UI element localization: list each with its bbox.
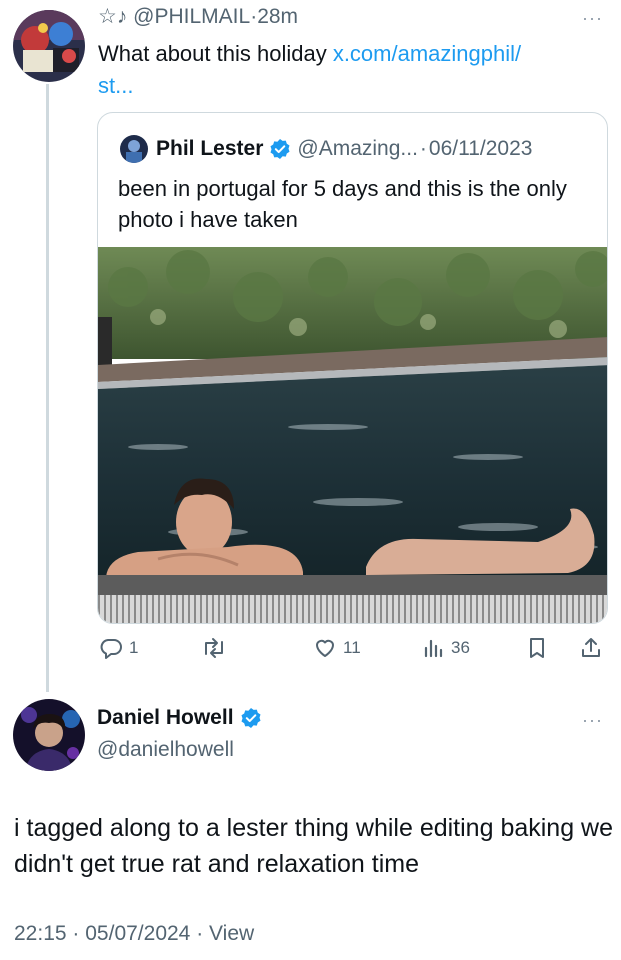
quoted-tweet-text: been in portugal for 5 days and this is … xyxy=(118,176,567,232)
separator-dot: · xyxy=(196,922,204,945)
avatar-image xyxy=(13,699,85,771)
view-link[interactable]: View xyxy=(209,922,254,945)
author-handle[interactable]: @danielhowell xyxy=(97,738,234,762)
thread-connector-line xyxy=(46,84,49,692)
views-button[interactable]: 36 xyxy=(421,636,470,660)
tweet-time[interactable]: 22:15 xyxy=(14,922,67,945)
tweet-text: i tagged along to a lester thing while e… xyxy=(14,814,614,878)
reply-icon xyxy=(100,639,122,659)
share-icon xyxy=(582,638,600,657)
quoted-date[interactable]: 06/11/2023 xyxy=(429,137,533,161)
more-options-icon[interactable]: ··· xyxy=(582,710,603,731)
separator-dot: · xyxy=(419,137,427,160)
reply-button[interactable]: 1 xyxy=(99,636,138,660)
views-count: 36 xyxy=(451,638,470,657)
quoted-avatar-image xyxy=(120,135,148,163)
bookmark-button[interactable] xyxy=(525,636,549,660)
quoted-tweet-card[interactable]: Phil Lester @Amazing... · 06/11/2023 bee… xyxy=(97,112,608,624)
quoted-tweet-header: Phil Lester @Amazing... · 06/11/2023 xyxy=(120,135,532,163)
separator-dot: · xyxy=(72,922,80,945)
reply-header: ☆♪ @PHILMAIL·28m xyxy=(98,4,298,29)
reply-handle[interactable]: @PHILMAIL xyxy=(133,5,250,28)
quoted-tweet-photo[interactable] xyxy=(98,247,608,624)
quoted-avatar[interactable] xyxy=(120,135,148,163)
bookmark-icon xyxy=(530,638,544,658)
like-button[interactable]: 11 xyxy=(313,636,361,660)
repost-icon xyxy=(205,638,223,658)
avatar[interactable] xyxy=(13,699,85,771)
verified-badge-icon xyxy=(269,138,291,160)
share-button[interactable] xyxy=(579,636,603,660)
avatar[interactable] xyxy=(13,10,85,82)
views-chart-icon xyxy=(424,639,443,658)
verified-badge-icon xyxy=(240,707,262,729)
repost-button[interactable] xyxy=(201,636,227,660)
reply-text: What about this holiday x.com/amazingphi… xyxy=(98,38,598,102)
author-name-row: Daniel Howell xyxy=(97,706,262,730)
quoted-author-handle[interactable]: @Amazing... xyxy=(297,137,418,161)
reply-time[interactable]: 28m xyxy=(257,5,298,28)
reply-link[interactable]: x.com/amazingphil/ xyxy=(333,41,521,66)
star-icon: ☆ xyxy=(98,5,117,28)
tweet-meta: 22:15 · 05/07/2024 · View xyxy=(14,922,254,946)
tweet-actions-bar: 1 11 36 xyxy=(97,632,608,668)
author-name[interactable]: Daniel Howell xyxy=(97,706,234,730)
more-options-icon[interactable]: ··· xyxy=(582,8,603,29)
like-count: 11 xyxy=(343,638,361,657)
music-note-icon: ♪ xyxy=(116,5,128,28)
tweet-date[interactable]: 05/07/2024 xyxy=(85,922,190,945)
reply-link-continued[interactable]: st... xyxy=(98,73,133,98)
avatar-image xyxy=(13,10,85,82)
heart-icon xyxy=(316,639,334,657)
reply-count: 1 xyxy=(129,638,139,657)
quoted-author-name[interactable]: Phil Lester xyxy=(156,137,263,161)
reply-text-body: What about this holiday xyxy=(98,41,333,66)
